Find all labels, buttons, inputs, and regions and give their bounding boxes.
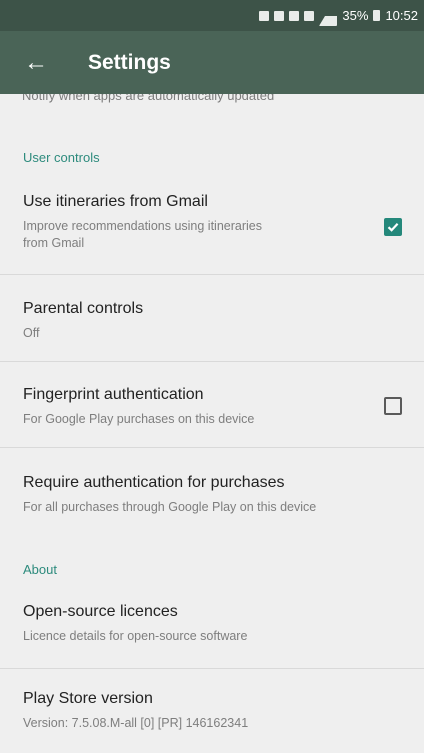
setting-open-source-licences[interactable]: Open-source licences Licence details for… bbox=[0, 590, 424, 668]
battery-percent: 35% bbox=[342, 8, 369, 23]
setting-itineraries[interactable]: Use itineraries from Gmail Improve recom… bbox=[0, 180, 424, 274]
setting-subtitle-line1: Improve recommendations using itinerarie… bbox=[23, 219, 262, 233]
bluetooth-icon bbox=[274, 10, 285, 21]
setting-subtitle: Licence details for open-source software bbox=[23, 629, 248, 643]
status-bar: 35% 10:52 bbox=[0, 0, 424, 31]
clipped-setting-subtitle: Notify when apps are automatically updat… bbox=[22, 94, 402, 108]
setting-subtitle: For Google Play purchases on this device bbox=[23, 412, 255, 426]
toolbar: ← Settings bbox=[0, 31, 424, 94]
itineraries-checkbox[interactable] bbox=[384, 218, 402, 236]
setting-title: Parental controls bbox=[23, 300, 144, 317]
clock: 10:52 bbox=[385, 8, 418, 23]
setting-title: Use itineraries from Gmail bbox=[23, 193, 208, 210]
setting-subtitle: Version: 7.5.08.M-all [0] [PR] 146162341 bbox=[23, 716, 249, 730]
section-header-about: About bbox=[23, 562, 57, 577]
clipped-text: Notify when apps are automatically updat… bbox=[22, 94, 275, 103]
setting-subtitle: For all purchases through Google Play on… bbox=[23, 500, 317, 514]
setting-play-store-version[interactable]: Play Store version Version: 7.5.08.M-all… bbox=[0, 669, 424, 753]
setting-title: Require authentication for purchases bbox=[23, 474, 285, 491]
checkmark-icon bbox=[387, 223, 399, 232]
page-title: Settings bbox=[88, 50, 171, 74]
section-header-user-controls: User controls bbox=[23, 150, 100, 165]
setting-title: Open-source licences bbox=[23, 603, 178, 620]
signal-icon bbox=[319, 6, 338, 26]
setting-require-authentication[interactable]: Require authentication for purchases For… bbox=[0, 448, 424, 532]
notification-icon bbox=[259, 10, 270, 21]
fingerprint-checkbox[interactable] bbox=[384, 397, 402, 415]
setting-subtitle-line2: from Gmail bbox=[23, 236, 85, 250]
setting-title: Play Store version bbox=[23, 690, 153, 707]
alarm-icon bbox=[289, 10, 300, 21]
back-arrow-icon[interactable]: ← bbox=[24, 50, 54, 75]
battery-icon bbox=[373, 10, 381, 21]
setting-title: Fingerprint authentication bbox=[23, 386, 204, 403]
setting-parental-controls[interactable]: Parental controls Off bbox=[0, 275, 424, 361]
setting-subtitle: Off bbox=[23, 326, 40, 340]
setting-fingerprint[interactable]: Fingerprint authentication For Google Pl… bbox=[0, 362, 424, 447]
network-icon bbox=[304, 10, 315, 21]
